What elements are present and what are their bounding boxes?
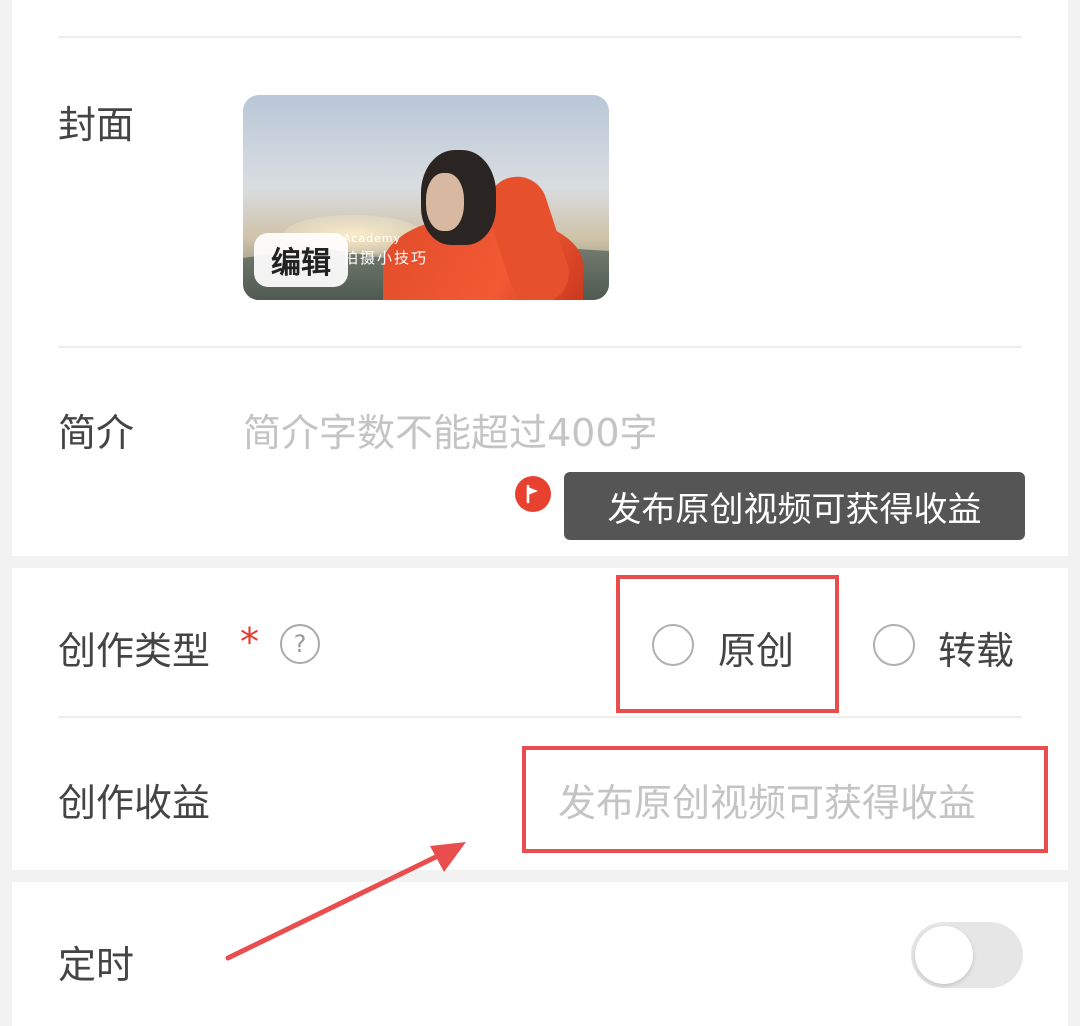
- annotation-arrow: [225, 842, 466, 961]
